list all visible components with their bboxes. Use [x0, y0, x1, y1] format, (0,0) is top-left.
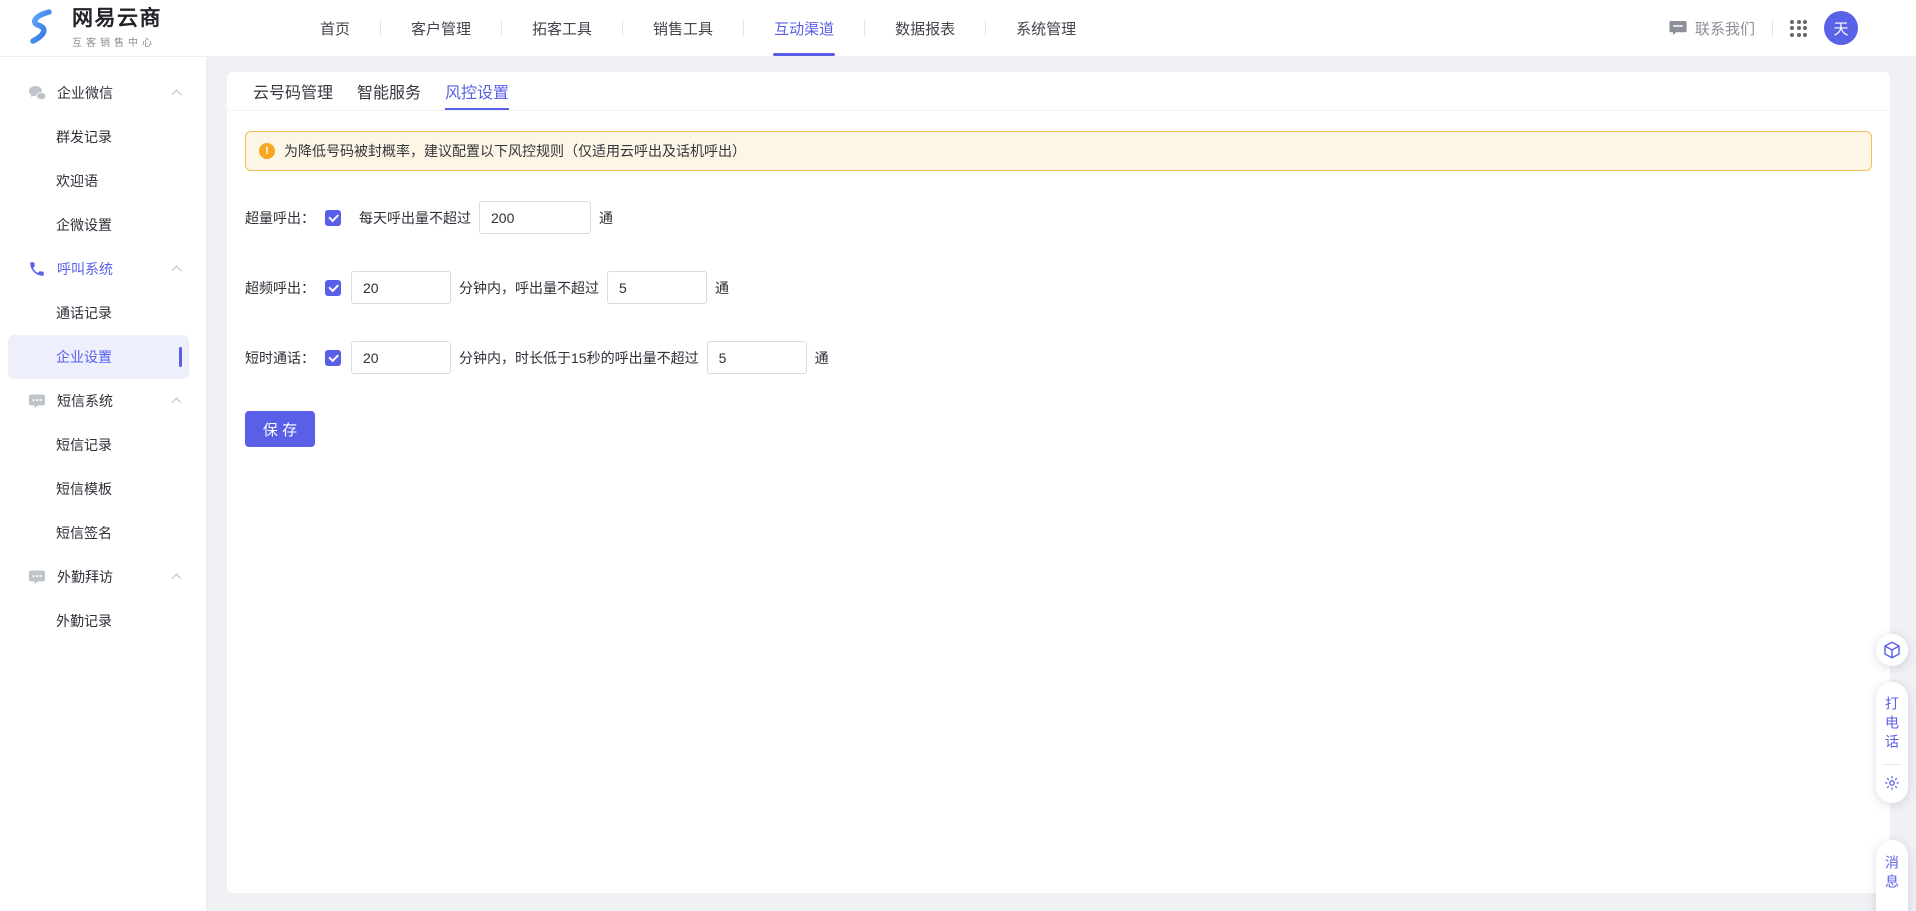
sidebar-item-group-send-records[interactable]: 群发记录 — [0, 115, 206, 159]
cube-icon — [1883, 641, 1901, 659]
message-widget[interactable]: 消息 — [1876, 840, 1908, 911]
call-settings-button[interactable] — [1884, 775, 1900, 791]
rule-text: 分钟内，时长低于15秒的呼出量不超过 — [459, 348, 699, 368]
rule-text: 通 — [815, 348, 829, 368]
brand-subtitle: 互客销售中心 — [72, 34, 162, 49]
chevron-up-icon — [172, 90, 182, 100]
gear-icon — [1884, 775, 1900, 791]
rule-row: 超量呼出： 每天呼出量不超过 通 — [245, 201, 1872, 234]
sidebar-group-sms-system[interactable]: 短信系统 — [0, 379, 206, 423]
panel-body: ! 为降低号码被封概率，建议配置以下风控规则（仅适用云呼出及话机呼出） 超量呼出… — [227, 111, 1890, 447]
topnav-item-interactive-channels[interactable]: 互动渠道 — [744, 0, 864, 56]
sidebar-group-wecom[interactable]: 企业微信 — [0, 71, 206, 115]
topbar: 网易云商 互客销售中心 首页客户管理拓客工具销售工具互动渠道数据报表系统管理 联… — [0, 0, 1916, 57]
sidebar-group-call-system[interactable]: 呼叫系统 — [0, 247, 206, 291]
topnav-item-sales-tools[interactable]: 销售工具 — [623, 0, 743, 56]
chat-icon — [1669, 20, 1687, 36]
brand-text: 网易云商 互客销售中心 — [72, 7, 162, 48]
topbar-divider — [1772, 20, 1773, 37]
chevron-up-icon — [172, 398, 182, 408]
sidebar-item-call-records[interactable]: 通话记录 — [0, 291, 206, 335]
rule-text: 通 — [715, 278, 729, 298]
topnav-item-data-reports[interactable]: 数据报表 — [865, 0, 985, 56]
contact-us-label: 联系我们 — [1695, 18, 1755, 39]
topnav-item-system-management[interactable]: 系统管理 — [986, 0, 1106, 56]
brand-logo[interactable]: 网易云商 互客销售中心 — [0, 7, 248, 48]
warning-icon: ! — [259, 143, 275, 159]
topnav-item-customer-management[interactable]: 客户管理 — [381, 0, 501, 56]
tab-smart-services[interactable]: 智能服务 — [357, 72, 421, 110]
message-label: 消息 — [1885, 855, 1899, 911]
sidebar-group-label: 呼叫系统 — [57, 259, 113, 279]
limit-input[interactable] — [479, 201, 591, 234]
rule-row: 超频呼出： 分钟内，呼出量不超过 通 — [245, 271, 1872, 304]
brand-name: 网易云商 — [72, 7, 162, 30]
widget-divider — [1883, 764, 1901, 765]
topnav-item-prospecting-tools[interactable]: 拓客工具 — [502, 0, 622, 56]
warning-alert: ! 为降低号码被封概率，建议配置以下风控规则（仅适用云呼出及话机呼出） — [245, 131, 1872, 171]
sidebar-group-field-visit[interactable]: 外勤拜访 — [0, 555, 206, 599]
sidebar-item-sms-records[interactable]: 短信记录 — [0, 423, 206, 467]
sidebar-item-welcome-message[interactable]: 欢迎语 — [0, 159, 206, 203]
wecom-chat-icon — [27, 83, 47, 103]
content-area: 企业微信群发记录欢迎语企微设置呼叫系统通话记录企业设置短信系统短信记录短信模板短… — [0, 57, 1916, 911]
sidebar: 企业微信群发记录欢迎语企微设置呼叫系统通话记录企业设置短信系统短信记录短信模板短… — [0, 57, 207, 911]
warning-alert-text: 为降低号码被封概率，建议配置以下风控规则（仅适用云呼出及话机呼出） — [284, 141, 746, 161]
phone-icon — [27, 259, 47, 279]
sms-bubble-icon — [27, 391, 47, 411]
rule-checkbox[interactable] — [325, 350, 341, 366]
main-region: 云号码管理智能服务风控设置 ! 为降低号码被封概率，建议配置以下风控规则（仅适用… — [207, 57, 1916, 911]
sidebar-item-enterprise-settings[interactable]: 企业设置 — [8, 335, 189, 379]
brand-logo-icon — [22, 8, 62, 48]
limit-input[interactable] — [351, 271, 451, 304]
tab-cloud-number-management[interactable]: 云号码管理 — [253, 72, 333, 110]
tab-risk-control-settings[interactable]: 风控设置 — [445, 72, 509, 110]
apps-grid-icon[interactable] — [1790, 20, 1807, 37]
sidebar-item-sms-signatures[interactable]: 短信签名 — [0, 511, 206, 555]
limit-input[interactable] — [607, 271, 707, 304]
rule-label: 超量呼出： — [245, 208, 325, 228]
risk-form: 超量呼出：每天呼出量不超过通超频呼出：分钟内，呼出量不超过通短时通话：分钟内，时… — [245, 171, 1872, 374]
sidebar-item-field-records[interactable]: 外勤记录 — [0, 599, 206, 643]
chevron-up-icon — [172, 266, 182, 276]
sidebar-group-label: 短信系统 — [57, 391, 113, 411]
rule-text: 通 — [599, 208, 613, 228]
sidebar-group-label: 企业微信 — [57, 83, 113, 103]
topnav-item-home[interactable]: 首页 — [290, 0, 380, 56]
sidebar-item-wecom-settings[interactable]: 企微设置 — [0, 203, 206, 247]
rule-text: 每天呼出量不超过 — [359, 208, 471, 228]
rule-row: 短时通话： 分钟内，时长低于15秒的呼出量不超过 通 — [245, 341, 1872, 374]
settings-panel: 云号码管理智能服务风控设置 ! 为降低号码被封概率，建议配置以下风控规则（仅适用… — [227, 72, 1890, 893]
limit-input[interactable] — [707, 341, 807, 374]
limit-input[interactable] — [351, 341, 451, 374]
rule-label: 超频呼出： — [245, 278, 325, 298]
call-widget: 打电话 — [1876, 682, 1908, 803]
avatar[interactable]: 天 — [1824, 11, 1858, 45]
rule-checkbox[interactable] — [325, 210, 341, 226]
sidebar-item-sms-templates[interactable]: 短信模板 — [0, 467, 206, 511]
chevron-up-icon — [172, 574, 182, 584]
sidebar-group-label: 外勤拜访 — [57, 567, 113, 587]
topbar-right: 联系我们 天 — [1669, 11, 1916, 45]
product-cube-button[interactable] — [1876, 634, 1908, 666]
topnav-menu: 首页客户管理拓客工具销售工具互动渠道数据报表系统管理 — [290, 0, 1106, 56]
rule-label: 短时通话： — [245, 348, 325, 368]
rule-checkbox[interactable] — [325, 280, 341, 296]
make-call-button[interactable]: 打电话 — [1885, 696, 1899, 753]
tabbar: 云号码管理智能服务风控设置 — [227, 72, 1890, 111]
visit-bubble-icon — [27, 567, 47, 587]
rule-text: 分钟内，呼出量不超过 — [459, 278, 599, 298]
contact-us-button[interactable]: 联系我们 — [1669, 18, 1755, 39]
save-button[interactable]: 保 存 — [245, 411, 315, 447]
